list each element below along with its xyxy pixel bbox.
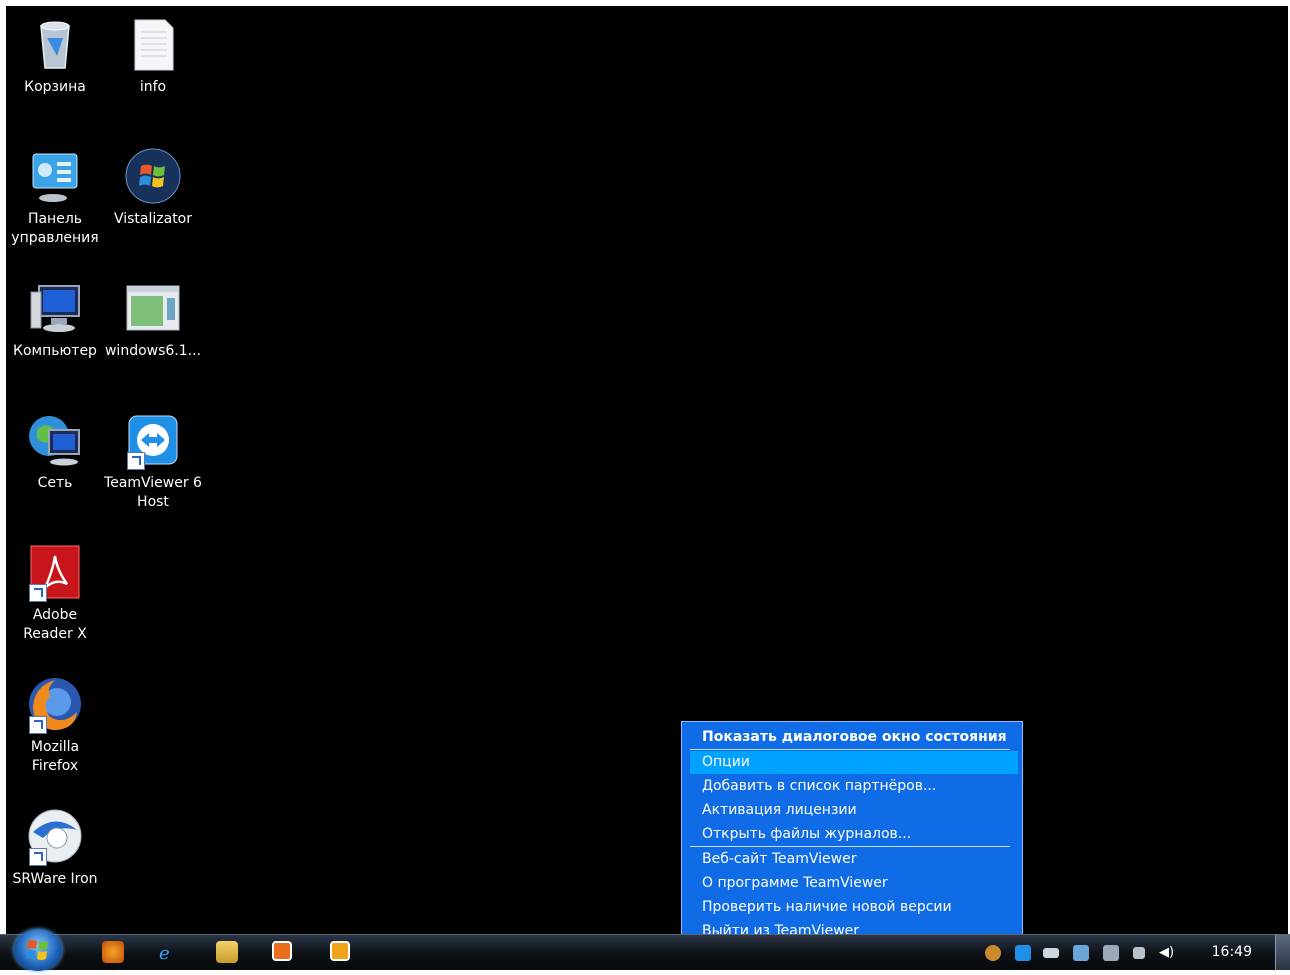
desktop-icon-srware-iron[interactable]: SRWare Iron [6,808,104,889]
desktop-icon-recycle-bin[interactable]: Корзина [6,16,104,97]
desktop-icon-network[interactable]: Сеть [6,412,104,493]
network-icon [27,412,83,468]
desktop-icon-label: Корзина [24,79,86,95]
desktop-icon-label: Сеть [37,475,73,491]
desktop-icon-adobe-reader[interactable]: Adobe Reader X [6,544,104,644]
computer-icon [27,280,83,336]
windows-logo-icon [125,148,181,204]
desktop[interactable]: Корзина info Панель управления Vistaliza… [6,6,1288,934]
control-panel-icon [27,148,83,204]
desktop-icon-label: TeamViewer 6 Host [104,475,202,510]
menu-item-show-status-dialog[interactable]: Показать диалоговое окно состояния [690,726,1018,749]
adobe-reader-icon [27,544,83,602]
menu-item-check-for-updates[interactable]: Проверить наличие новой версии [690,896,1018,919]
clock[interactable]: 16:49 [1212,944,1252,960]
shortcut-arrow-icon [29,716,47,734]
desktop-icon-label: info [139,79,167,95]
desktop-icon-label: Vistalizator [113,211,193,227]
installer-file-icon [125,280,181,336]
start-button[interactable] [14,929,62,971]
desktop-icon-label: SRWare Iron [12,871,98,887]
menu-separator [690,749,1010,750]
teamviewer-context-menu: Показать диалоговое окно состояния Опции… [681,721,1023,946]
desktop-icon-teamviewer[interactable]: TeamViewer 6 Host [104,412,202,512]
text-file-icon [125,16,181,72]
shortcut-arrow-icon [29,848,47,866]
menu-item-options[interactable]: Опции [690,751,1018,774]
desktop-icon-label: Adobe Reader X [23,607,87,642]
menu-item-license-activation[interactable]: Активация лицензии [690,799,1018,822]
shortcut-arrow-icon [127,452,145,470]
taskbar-firefox-icon[interactable] [102,941,124,963]
firefox-icon [27,676,83,734]
drive-icon[interactable] [1043,948,1059,958]
desktop-icon-info[interactable]: info [104,16,202,97]
taskbar-outlook-icon[interactable] [330,941,350,961]
volume-icon[interactable]: ◀) [1159,945,1175,961]
teamviewer-tray-icon[interactable] [1015,945,1031,961]
desktop-icon-firefox[interactable]: Mozilla Firefox [6,676,104,776]
taskbar-media-player-icon[interactable] [272,941,292,961]
windows-logo-icon [26,940,48,960]
desktop-icon-label: Панель управления [11,211,99,246]
menu-separator [690,846,1010,847]
network-tray-icon[interactable] [1133,947,1145,959]
vmware-icon[interactable] [1103,945,1119,961]
desktop-icon-computer[interactable]: Компьютер [6,280,104,361]
system-tray: ◀) 16:49 [985,935,1290,970]
taskbar: e ◀) 16:49 [0,929,1290,971]
taskbar-internet-explorer-icon[interactable]: e [156,941,178,964]
srware-iron-icon [27,808,83,866]
shortcut-arrow-icon [29,584,47,602]
tray-app-icon[interactable] [985,945,1001,961]
show-desktop-button[interactable] [1275,935,1290,970]
menu-item-open-log-files[interactable]: Открыть файлы журналов... [690,823,1018,846]
menu-item-add-to-partners[interactable]: Добавить в список партнёров... [690,775,1018,798]
teamviewer-icon [125,412,181,470]
desktop-icon-control-panel[interactable]: Панель управления [6,148,104,248]
desktop-icon-label: Mozilla Firefox [30,739,80,774]
svg-text:e: e [159,943,170,963]
desktop-icon-label: Компьютер [13,343,97,359]
desktop-icon-label: windows6.1... [104,343,202,359]
recycle-bin-icon [27,16,83,72]
menu-item-teamviewer-website[interactable]: Веб-сайт TeamViewer [690,848,1018,871]
taskbar-file-explorer-icon[interactable] [216,941,238,963]
desktop-icon-windows-update-file[interactable]: windows6.1... [104,280,202,361]
usb-safely-remove-icon[interactable] [1073,945,1089,961]
menu-item-about-teamviewer[interactable]: О программе TeamViewer [690,872,1018,895]
desktop-icon-vistalizator[interactable]: Vistalizator [104,148,202,229]
